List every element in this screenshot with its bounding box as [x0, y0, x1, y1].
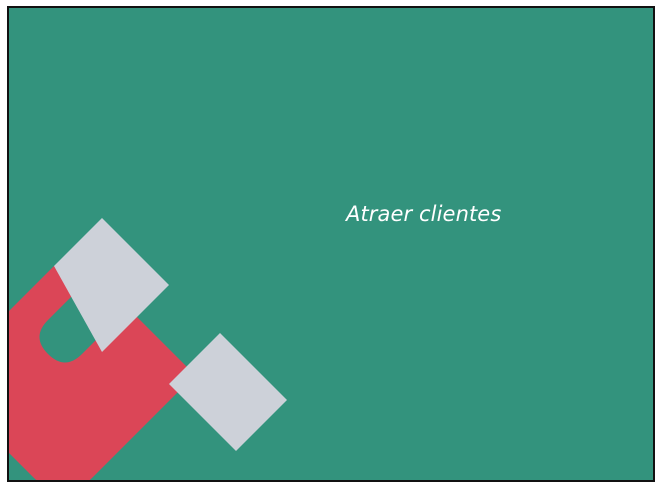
slide-caption: Atraer clientes [346, 202, 502, 226]
magnet-tip-lower [169, 333, 287, 451]
magnet-icon [9, 218, 287, 480]
slide: Atraer clientes [7, 6, 655, 482]
